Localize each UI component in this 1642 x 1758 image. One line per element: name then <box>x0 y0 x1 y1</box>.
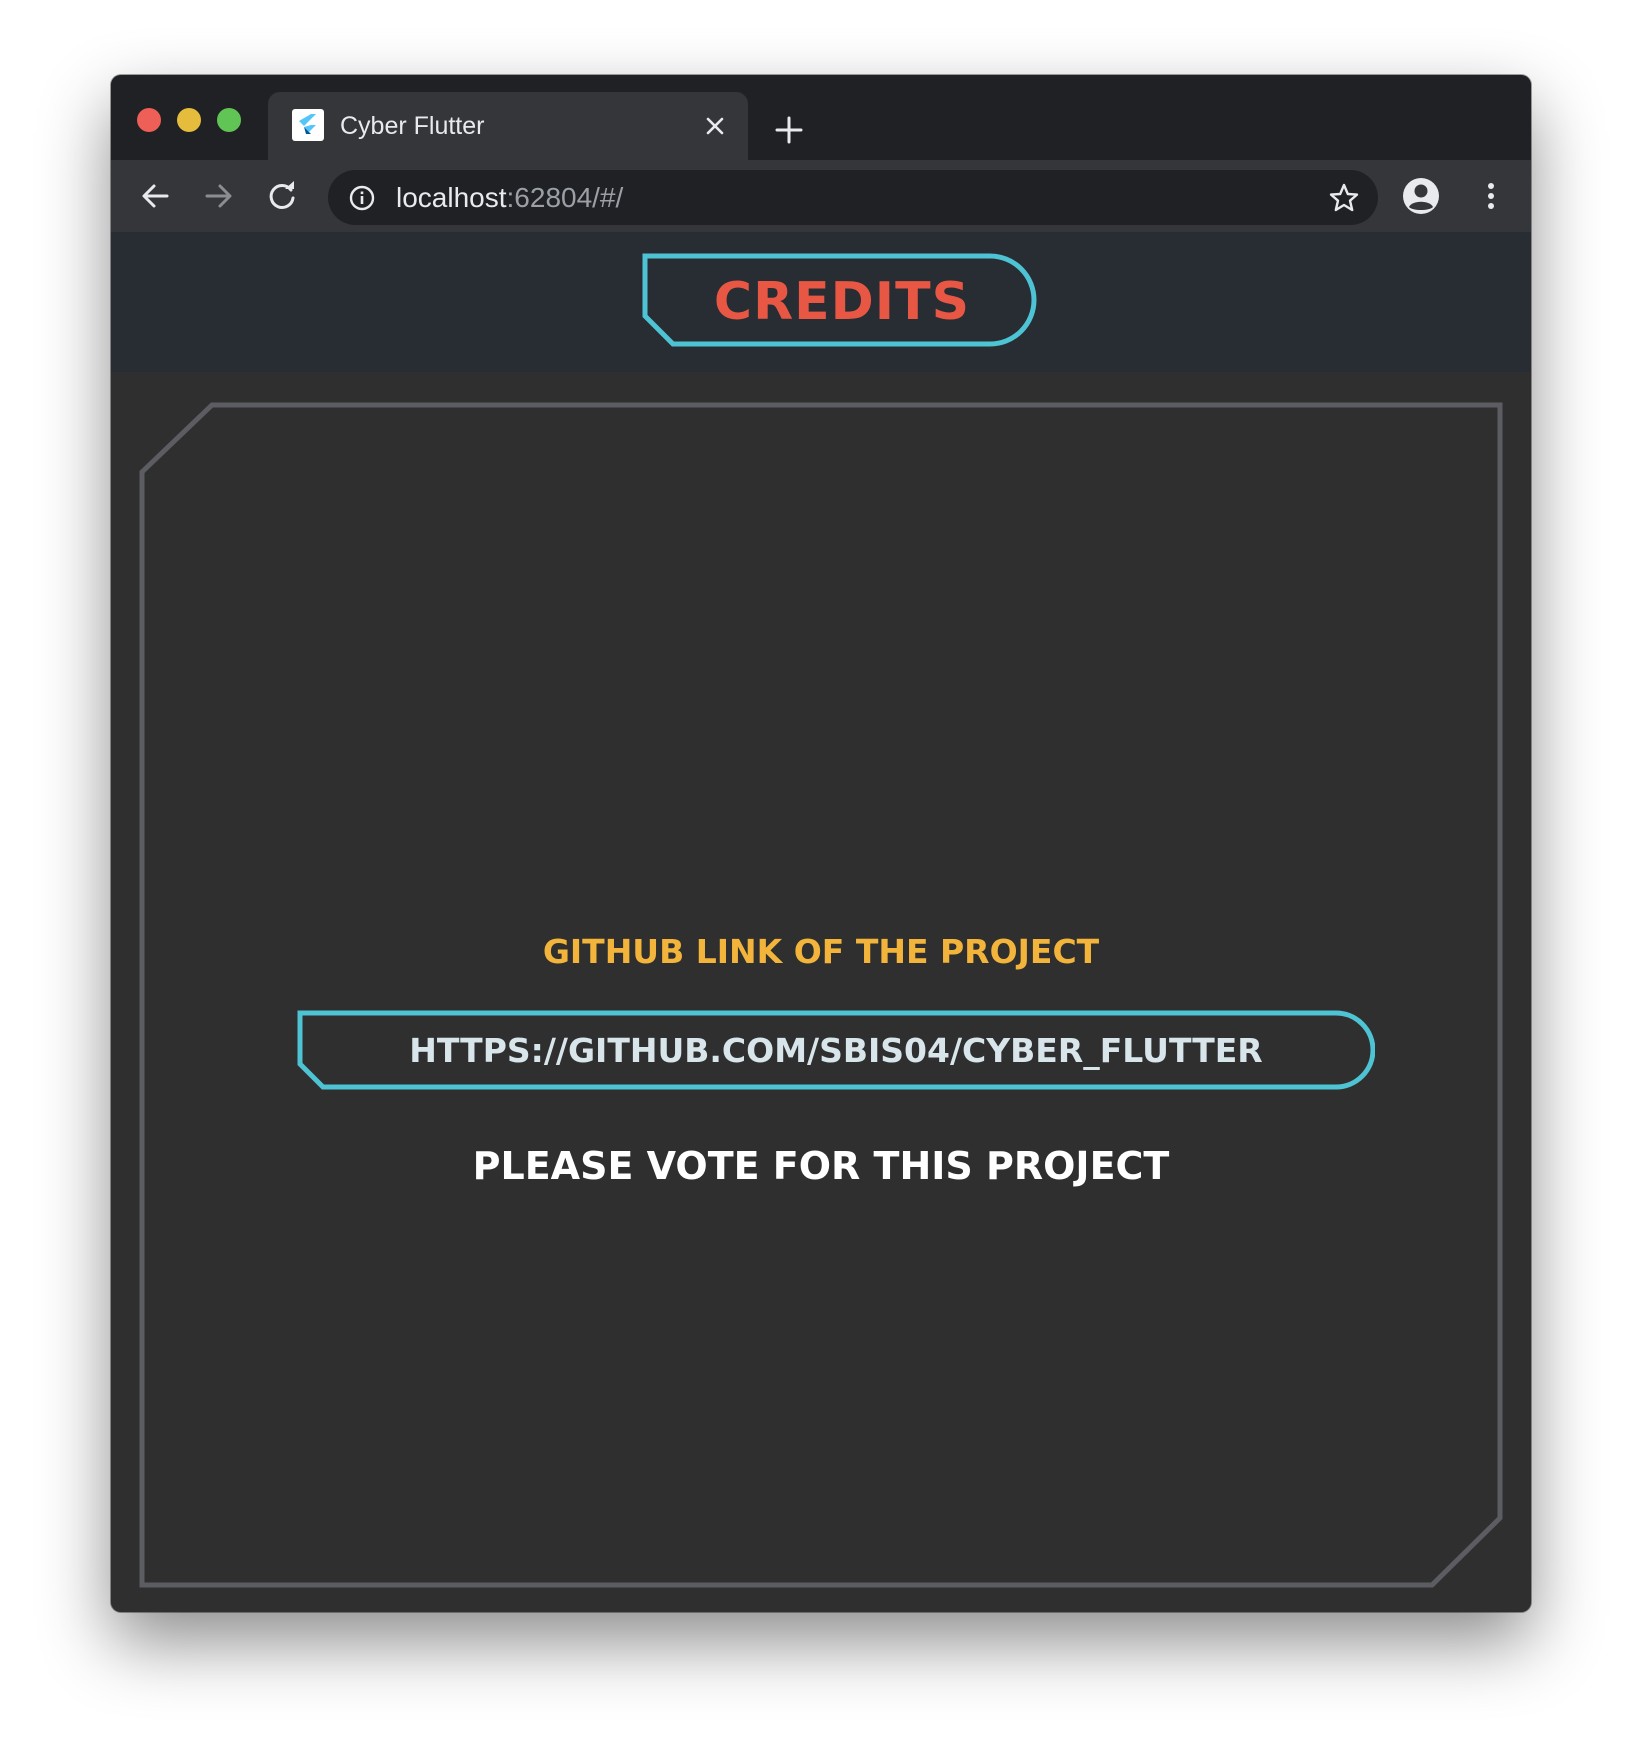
star-icon[interactable] <box>1328 182 1360 214</box>
minimize-window-button[interactable] <box>177 108 201 132</box>
plus-icon[interactable] <box>771 112 807 148</box>
address-bar[interactable]: localhost:62804/#/ <box>328 170 1378 225</box>
browser-toolbar: localhost:62804/#/ <box>111 160 1531 232</box>
credits-badge: CREDITS <box>641 252 1037 352</box>
maximize-window-button[interactable] <box>217 108 241 132</box>
arrow-right-icon[interactable] <box>201 178 237 214</box>
url-path: :62804/#/ <box>506 182 624 213</box>
github-link-button[interactable]: HTTPS://GITHUB.COM/SBIS04/CYBER_FLUTTER <box>297 1010 1375 1090</box>
vote-text: PLEASE VOTE FOR THIS PROJECT <box>472 1144 1170 1188</box>
close-window-button[interactable] <box>137 108 161 132</box>
url-text: localhost:62804/#/ <box>396 181 623 215</box>
github-label: GITHUB LINK OF THE PROJECT <box>542 932 1100 971</box>
flutter-logo-icon <box>292 109 324 141</box>
content-frame <box>139 402 1503 1588</box>
reload-icon[interactable] <box>264 178 300 214</box>
github-link-text[interactable]: HTTPS://GITHUB.COM/SBIS04/CYBER_FLUTTER <box>297 1010 1375 1090</box>
more-vert-icon[interactable] <box>1473 178 1509 214</box>
close-icon[interactable] <box>702 113 728 139</box>
url-host: localhost <box>396 182 507 213</box>
page-content: CREDITS GITHUB LINK OF THE PROJECT HTTPS… <box>111 232 1531 1612</box>
browser-window: Cyber Flutter localhost:62804/#/ CREDITS… <box>111 75 1531 1612</box>
tab-title: Cyber Flutter <box>340 112 485 140</box>
arrow-left-icon[interactable] <box>137 178 173 214</box>
app-bar: CREDITS <box>111 232 1531 372</box>
tab-strip: Cyber Flutter <box>111 75 1531 160</box>
page-title: CREDITS <box>713 272 971 332</box>
tab-cyber-flutter[interactable]: Cyber Flutter <box>268 92 748 160</box>
account-circle-icon[interactable] <box>1401 176 1441 216</box>
info-icon[interactable] <box>348 184 376 212</box>
